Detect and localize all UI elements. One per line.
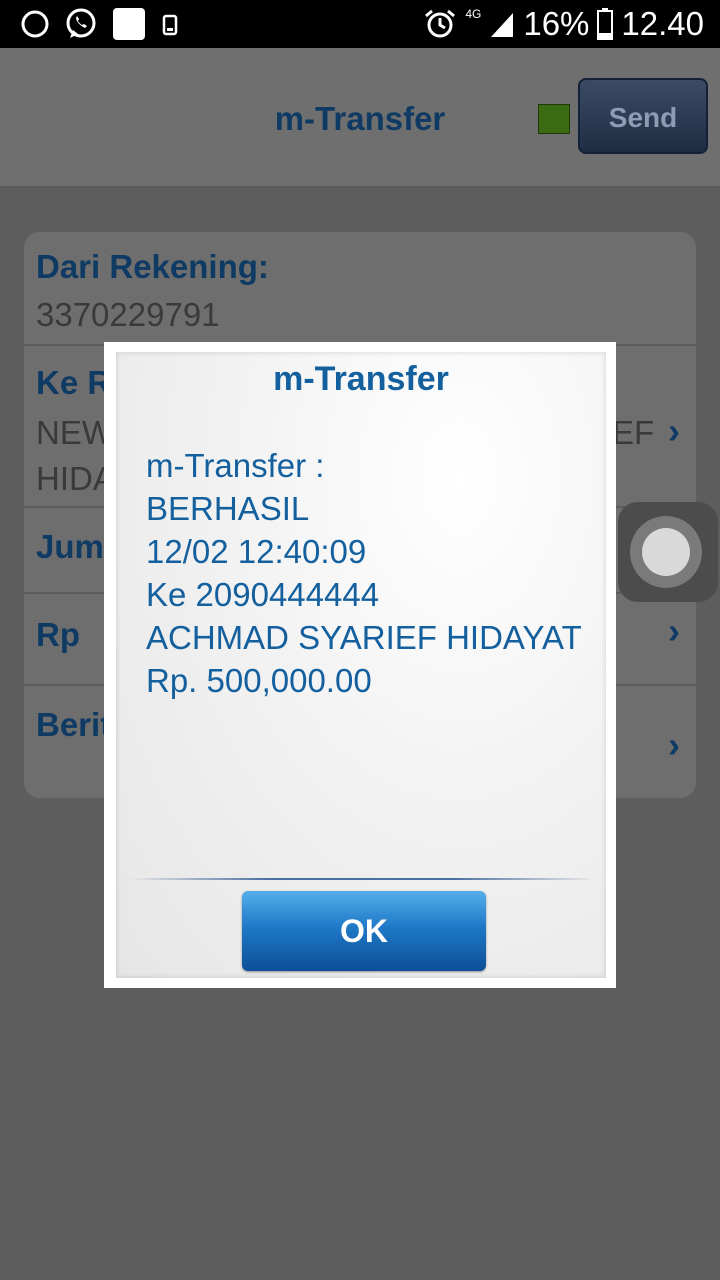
ok-button[interactable]: OK	[242, 891, 486, 971]
circle-notification-icon	[21, 10, 49, 38]
dialog-message: m-Transfer : BERHASIL 12/02 12:40:09 Ke …	[146, 444, 606, 702]
from-account-value: 3370229791	[36, 296, 220, 333]
to-account-label: Ke R	[36, 364, 112, 401]
to-account-value-line1-end: EF	[612, 414, 655, 451]
clock: 12.40	[621, 5, 704, 42]
whatsapp-icon	[66, 8, 96, 38]
from-account-row[interactable]: Dari Rekening: 3370229791	[24, 232, 696, 346]
chevron-right-icon: ›	[668, 610, 680, 651]
network-type-label: 4G	[465, 7, 482, 21]
connection-status-indicator	[538, 104, 570, 134]
dialog-title: m-Transfer	[273, 360, 449, 398]
assistive-touch-button[interactable]	[618, 502, 718, 602]
rupiah-label: Rp	[36, 616, 80, 653]
signal-icon	[491, 13, 514, 37]
dialog-divider	[132, 878, 590, 880]
amount-label: Jum	[36, 528, 104, 565]
battery-icon	[597, 8, 614, 40]
phone-vibrate-icon	[162, 14, 178, 36]
from-account-label: Dari Rekening:	[36, 248, 269, 285]
assistive-touch-dot-icon	[642, 528, 690, 576]
message-line: Ke 2090444444	[146, 576, 380, 613]
message-line: Rp. 500,000.00	[146, 662, 372, 699]
chevron-right-icon: ›	[668, 410, 680, 451]
chevron-right-icon: ›	[668, 724, 680, 765]
send-button[interactable]: Send	[578, 78, 708, 154]
to-account-value-line1: NEW	[36, 414, 113, 451]
white-square-notification-icon	[113, 8, 145, 40]
assistive-touch-ring	[630, 516, 702, 588]
app-header: m-Transfer Send	[0, 48, 720, 188]
battery-percent: 16%	[523, 5, 590, 42]
dialog-panel: m-Transfer m-Transfer : BERHASIL 12/02 1…	[116, 352, 606, 978]
message-line: 12/02 12:40:09	[146, 533, 367, 570]
result-dialog: m-Transfer m-Transfer : BERHASIL 12/02 1…	[104, 342, 616, 988]
message-line: ACHMAD SYARIEF HIDAYAT	[146, 619, 582, 656]
alarm-icon	[425, 9, 456, 38]
message-label: Berit	[36, 706, 112, 743]
message-line: m-Transfer :	[146, 447, 325, 484]
status-bar: 4G 16% 12.40	[0, 0, 720, 48]
message-line: BERHASIL	[146, 490, 310, 527]
